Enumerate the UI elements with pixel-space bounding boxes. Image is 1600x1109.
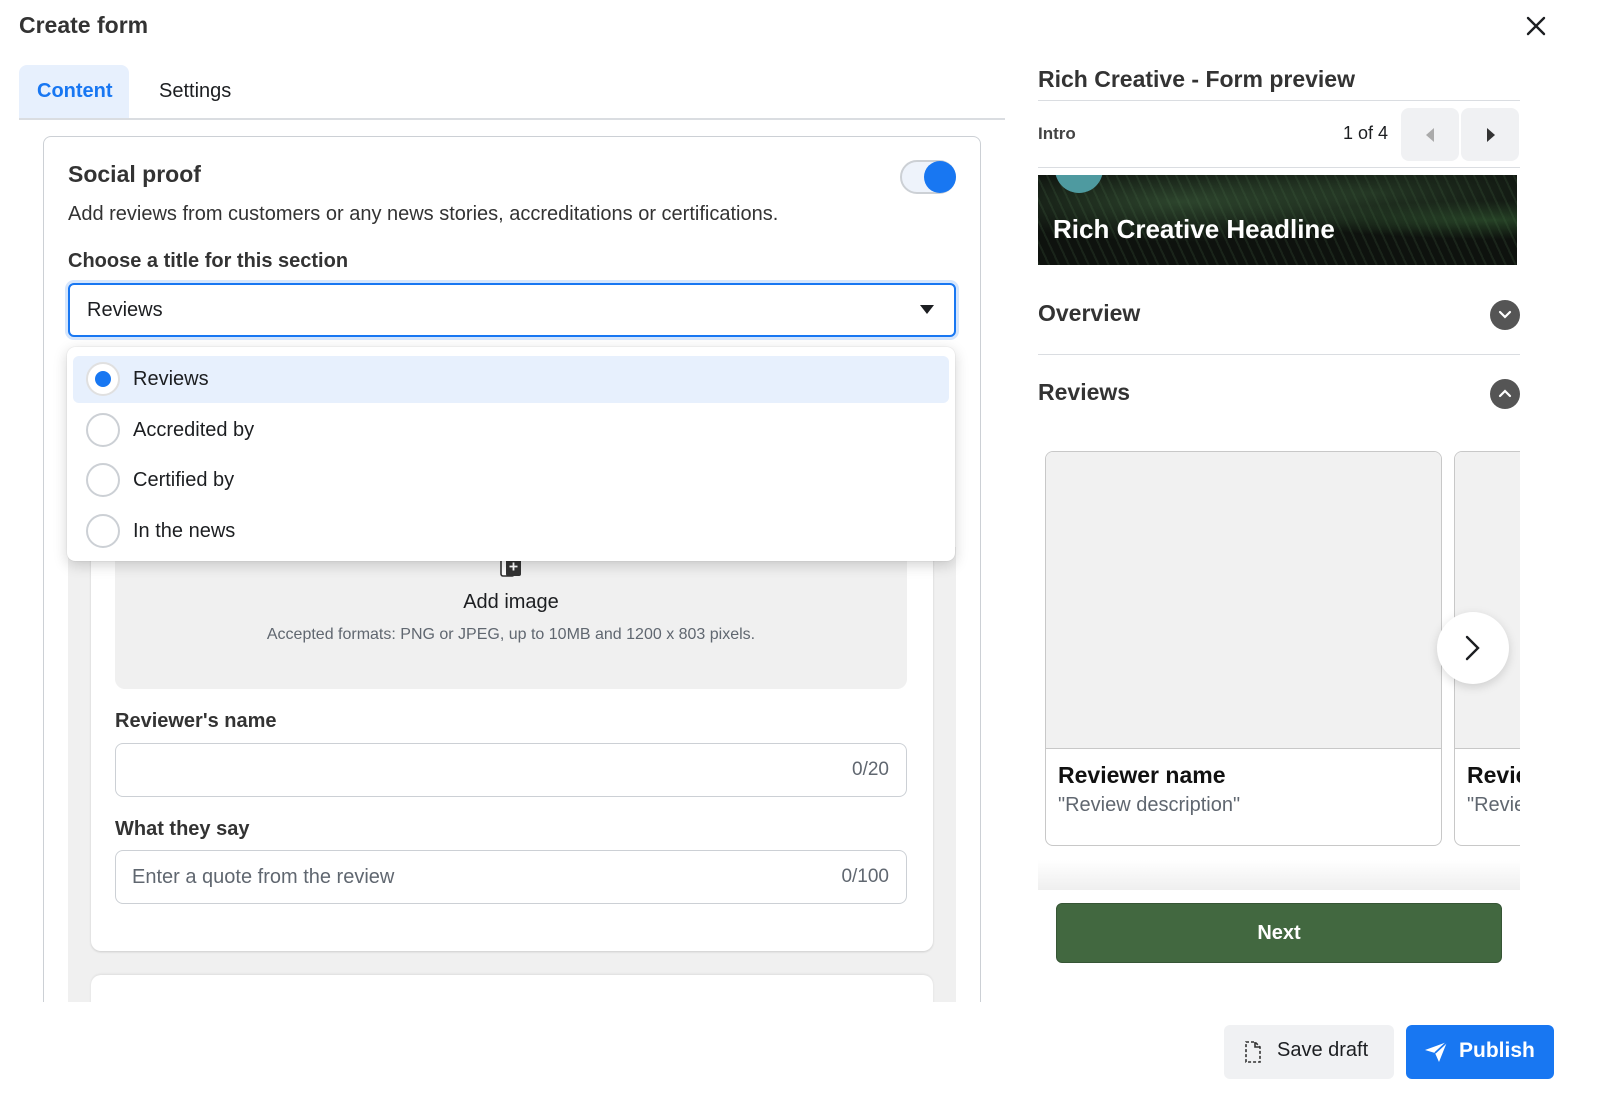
reviewer-name-input[interactable] bbox=[132, 744, 812, 796]
divider bbox=[1038, 354, 1520, 355]
social-proof-toggle[interactable] bbox=[900, 160, 956, 194]
review-card-description: "Review description" bbox=[1058, 794, 1241, 816]
publish-button[interactable]: Publish bbox=[1406, 1025, 1554, 1079]
add-image-hint: Accepted formats: PNG or JPEG, up to 10M… bbox=[266, 626, 756, 643]
select-value: Reviews bbox=[87, 299, 163, 321]
divider bbox=[1038, 167, 1520, 168]
option-label: Certified by bbox=[133, 469, 235, 491]
what-they-say-field[interactable]: 0/100 bbox=[115, 850, 907, 904]
reviewer-name-counter: 0/20 bbox=[852, 759, 889, 780]
save-draft-label: Save draft bbox=[1277, 1039, 1369, 1061]
review-card-name: Reviewer name bbox=[1467, 762, 1520, 788]
next-review-item-card bbox=[91, 975, 933, 1002]
draft-document-icon bbox=[1245, 1041, 1261, 1063]
preview-hero-image: Rich Creative Headline bbox=[1038, 175, 1517, 265]
option-in-the-news[interactable]: In the news bbox=[73, 508, 949, 555]
caret-right-icon bbox=[1487, 128, 1495, 142]
what-they-say-label: What they say bbox=[115, 818, 250, 840]
prev-page-button[interactable] bbox=[1401, 108, 1459, 161]
close-button[interactable] bbox=[1520, 10, 1552, 42]
preview-next-button[interactable]: Next bbox=[1056, 903, 1502, 963]
what-they-say-input[interactable] bbox=[132, 851, 812, 903]
save-draft-button[interactable]: Save draft bbox=[1224, 1025, 1394, 1079]
caret-down-icon bbox=[920, 305, 934, 314]
caret-left-icon bbox=[1426, 128, 1434, 142]
chevron-right-icon bbox=[1465, 635, 1480, 661]
chevron-up-icon bbox=[1490, 379, 1520, 409]
radio-selected bbox=[86, 362, 120, 396]
section-title: Social proof bbox=[68, 161, 201, 187]
review-card: Reviewer name "Review description" bbox=[1045, 451, 1442, 846]
review-image-placeholder bbox=[1455, 452, 1520, 749]
publish-label: Publish bbox=[1459, 1039, 1535, 1062]
toggle-knob bbox=[924, 161, 956, 193]
option-label: Accredited by bbox=[133, 419, 255, 441]
divider bbox=[1038, 100, 1520, 101]
section-title-dropdown: Reviews Accredited by Certified by In th… bbox=[67, 347, 955, 561]
preview-section-name: Intro bbox=[1038, 124, 1076, 143]
accordion-reviews[interactable]: Reviews bbox=[1038, 364, 1520, 424]
review-items-area: Add image Accepted formats: PNG or JPEG,… bbox=[68, 527, 956, 1002]
page-title: Create form bbox=[19, 12, 149, 38]
accordion-overview[interactable]: Overview bbox=[1038, 285, 1520, 345]
chevron-down-icon bbox=[1490, 300, 1520, 330]
option-reviews[interactable]: Reviews bbox=[73, 356, 949, 403]
reviewer-name-field[interactable]: 0/20 bbox=[115, 743, 907, 797]
option-certified-by[interactable]: Certified by bbox=[73, 457, 949, 504]
option-label: In the news bbox=[133, 520, 236, 542]
page-indicator: 1 of 4 bbox=[1343, 123, 1389, 143]
preview-title: Rich Creative - Form preview bbox=[1038, 66, 1355, 92]
review-image-placeholder bbox=[1046, 452, 1441, 749]
accordion-label: Reviews bbox=[1038, 379, 1131, 405]
carousel-fade bbox=[1038, 860, 1520, 890]
next-page-button[interactable] bbox=[1461, 108, 1519, 161]
section-title-select[interactable]: Reviews bbox=[68, 283, 956, 337]
radio-unselected bbox=[86, 514, 120, 548]
tab-settings[interactable]: Settings bbox=[141, 65, 249, 118]
tab-bar: Content Settings bbox=[19, 65, 1005, 120]
option-label: Reviews bbox=[133, 368, 209, 390]
carousel-next-button[interactable] bbox=[1437, 612, 1509, 684]
send-icon bbox=[1425, 1041, 1448, 1062]
preview-headline: Rich Creative Headline bbox=[1053, 214, 1335, 244]
reviewer-name-label: Reviewer's name bbox=[115, 710, 277, 732]
what-they-say-counter: 0/100 bbox=[841, 866, 889, 887]
review-item-card: Add image Accepted formats: PNG or JPEG,… bbox=[91, 527, 933, 951]
option-accredited-by[interactable]: Accredited by bbox=[73, 407, 949, 454]
section-description: Add reviews from customers or any news s… bbox=[68, 203, 779, 225]
close-icon bbox=[1526, 16, 1546, 36]
review-card-name: Reviewer name bbox=[1058, 762, 1226, 788]
brand-logo bbox=[1055, 175, 1103, 193]
radio-unselected bbox=[86, 413, 120, 447]
social-proof-panel: Social proof Add reviews from customers … bbox=[43, 136, 981, 1002]
tab-content[interactable]: Content bbox=[19, 65, 129, 118]
radio-unselected bbox=[86, 463, 120, 497]
title-select-label: Choose a title for this section bbox=[68, 250, 349, 272]
add-image-label: Add image bbox=[463, 591, 559, 613]
review-card-description: "Review description" bbox=[1467, 794, 1520, 816]
accordion-label: Overview bbox=[1038, 300, 1141, 326]
